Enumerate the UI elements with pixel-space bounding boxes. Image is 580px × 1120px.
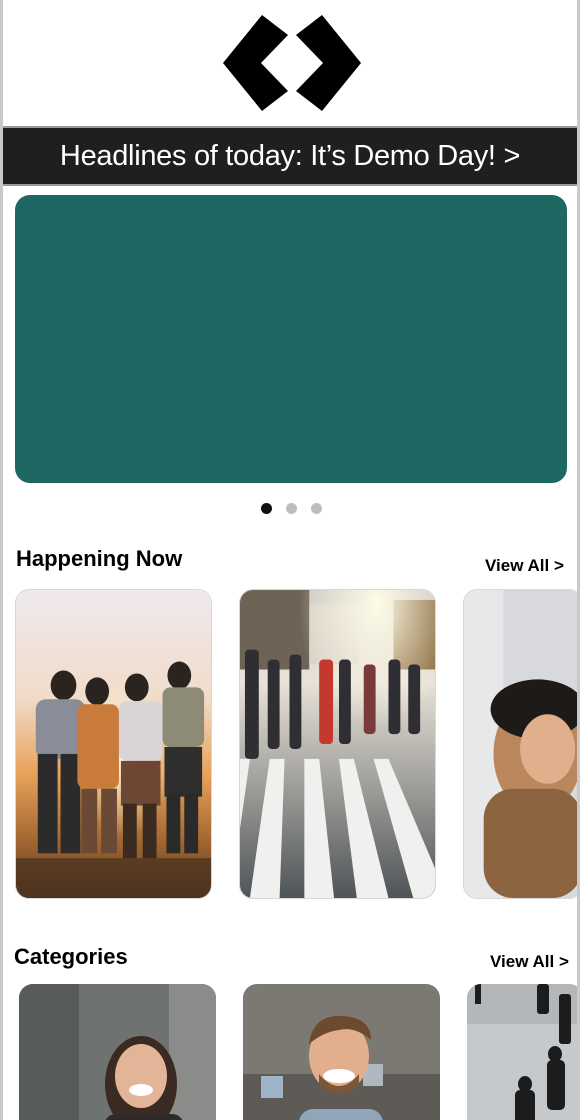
happening-now-view-all-link[interactable]: View All > xyxy=(485,556,564,576)
logo-icon xyxy=(223,15,361,111)
headline-banner[interactable]: Headlines of today: It’s Demo Day! > xyxy=(3,126,577,186)
busy-street-photo xyxy=(467,984,577,1120)
carousel-dots xyxy=(261,503,322,514)
smiling-man-photo xyxy=(243,984,440,1120)
category-card-2[interactable] xyxy=(243,984,440,1120)
woman-hat-photo xyxy=(464,590,577,898)
happening-card-3[interactable] xyxy=(463,589,577,899)
category-card-3[interactable] xyxy=(467,984,577,1120)
categories-title: Categories xyxy=(14,944,128,969)
crosswalk-crowd-photo xyxy=(240,590,435,898)
smiling-woman-photo xyxy=(19,984,216,1120)
friends-sunset-photo xyxy=(16,590,211,898)
happening-card-2[interactable] xyxy=(239,589,436,899)
happening-card-1[interactable] xyxy=(15,589,212,899)
category-card-1[interactable] xyxy=(19,984,216,1120)
hero-banner[interactable] xyxy=(15,195,567,483)
app-screen: Headlines of today: It’s Demo Day! > Hap… xyxy=(0,0,580,1120)
categories-view-all-link[interactable]: View All > xyxy=(490,952,569,972)
carousel-dot-1[interactable] xyxy=(261,503,272,514)
carousel-dot-2[interactable] xyxy=(286,503,297,514)
carousel-dot-3[interactable] xyxy=(311,503,322,514)
happening-now-title: Happening Now xyxy=(16,546,183,571)
headline-text: Headlines of today: It’s Demo Day! > xyxy=(59,139,521,172)
